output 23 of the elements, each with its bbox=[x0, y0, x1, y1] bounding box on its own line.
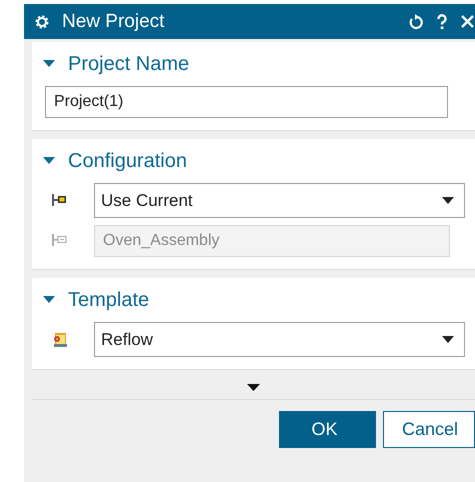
section-header[interactable]: Template bbox=[32, 278, 475, 322]
ok-button[interactable]: OK bbox=[279, 411, 376, 448]
dropdown[interactable]: Use Current bbox=[94, 183, 465, 218]
cancel-button[interactable]: Cancel bbox=[383, 411, 475, 448]
gear-icon[interactable] bbox=[34, 14, 50, 30]
assembly-icon bbox=[51, 233, 68, 249]
input-field: Oven_Assembly bbox=[94, 225, 450, 257]
expand-icon[interactable] bbox=[247, 384, 260, 391]
collapse-icon bbox=[43, 157, 55, 165]
reset-icon[interactable] bbox=[408, 14, 424, 30]
help-icon[interactable] bbox=[436, 14, 448, 30]
section-header[interactable]: Configuration bbox=[32, 139, 475, 183]
collapse-icon bbox=[43, 296, 55, 304]
dropdown[interactable]: Reflow bbox=[94, 322, 465, 357]
input-field[interactable]: Project(1) bbox=[45, 86, 448, 118]
template-icon bbox=[51, 332, 68, 348]
assembly-icon bbox=[51, 192, 68, 208]
window-title: New Project bbox=[62, 10, 164, 32]
collapse-icon bbox=[43, 60, 55, 68]
caret-icon bbox=[442, 197, 454, 204]
section-header[interactable]: Project Name bbox=[32, 42, 475, 86]
close-icon[interactable] bbox=[460, 14, 475, 29]
caret-icon bbox=[442, 336, 454, 343]
